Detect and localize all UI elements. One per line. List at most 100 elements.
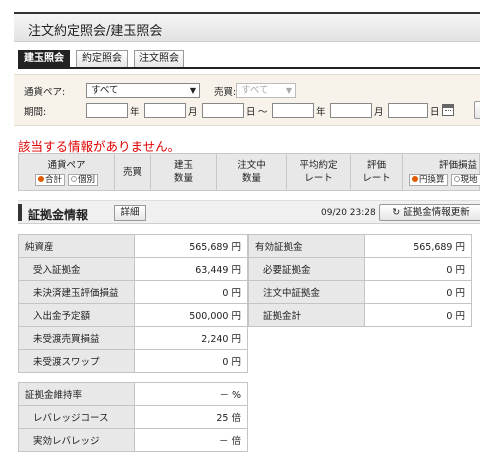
side-selected-value: すべて xyxy=(241,85,269,96)
start-month-input[interactable] xyxy=(144,103,186,118)
col-eval-pl: 評価損益 円換算 現地 xyxy=(403,154,480,190)
start-day-input[interactable] xyxy=(202,103,244,118)
col-ordering-qty: 注文中 数量 xyxy=(217,154,287,190)
col-eval-rate: 評価 レート xyxy=(351,154,403,190)
tab-order-inquiry[interactable]: 注文照会 xyxy=(134,50,184,68)
page-title: 注文約定照会/建玉照会 xyxy=(28,24,163,39)
tab-position-inquiry[interactable]: 建玉照会 xyxy=(18,50,70,68)
table-row: 入出金予定額 500,000 円 xyxy=(18,303,248,327)
start-year-unit: 年 xyxy=(130,107,140,118)
currency-pair-select[interactable]: すべて ▼ xyxy=(86,83,200,98)
table-row: 有効証拠金 565,689 円 xyxy=(248,234,472,258)
table-row: 純資産 565,689 円 xyxy=(18,234,248,258)
refresh-margin-label: 証拠金情報更新 xyxy=(403,207,470,218)
start-day-unit: 日 xyxy=(246,107,256,118)
radio-yen-label: 円換算 xyxy=(419,175,445,185)
table-row: 未受渡スワップ 0 円 xyxy=(18,349,248,373)
title-bar: 注文約定照会/建玉照会 xyxy=(14,12,480,42)
tab-execution-inquiry[interactable]: 約定照会 xyxy=(76,50,128,68)
table-row: 証拠金計 0 円 xyxy=(248,303,472,327)
net-assets-value: 565,689 円 xyxy=(134,234,248,258)
radio-unselected-icon xyxy=(71,176,78,182)
required-margin-value: 0 円 xyxy=(364,257,472,281)
radio-local[interactable]: 現地 xyxy=(450,174,480,186)
radio-yen[interactable]: 円換算 xyxy=(409,174,448,186)
search-button[interactable] xyxy=(474,101,480,119)
col-avg-rate: 平均約定 レート xyxy=(287,154,351,190)
col-avg-rate-label-2: レート xyxy=(304,173,333,184)
table-row: 証拠金維持率－ % xyxy=(18,382,248,406)
scheduled-transfer-label: 入出金予定額 xyxy=(18,303,135,327)
col-ordering-qty-label-2: 数量 xyxy=(241,173,261,184)
col-eval-rate-label: 評価 xyxy=(366,160,386,171)
refresh-margin-button[interactable]: ↻ 証拠金情報更新 xyxy=(379,204,480,221)
radio-selected-icon xyxy=(412,176,418,182)
side-select[interactable]: すべて ▼ xyxy=(236,83,296,98)
end-month-input[interactable] xyxy=(330,103,372,118)
end-year-input[interactable] xyxy=(272,103,314,118)
radio-total-label: 合計 xyxy=(44,175,62,185)
currency-pair-selected-value: すべて xyxy=(91,85,119,96)
unrealized-pl-label: 未決済建玉評価損益 xyxy=(18,280,135,304)
start-year-input[interactable] xyxy=(86,103,128,118)
margin-total-label: 証拠金計 xyxy=(248,303,365,327)
effective-leverage-label: 実効レバレッジ xyxy=(18,428,135,452)
table-row: 必要証拠金 0 円 xyxy=(248,257,472,281)
col-currency-pair: 通貨ペア 合計 個別 xyxy=(19,154,115,190)
radio-unselected-icon xyxy=(453,176,460,182)
order-margin-value: 0 円 xyxy=(364,280,472,304)
col-avg-rate-label: 平均約定 xyxy=(299,160,338,171)
col-position-qty-label-2: 数量 xyxy=(173,173,193,184)
end-day-unit: 日 xyxy=(430,107,440,118)
col-eval-rate-label-2: レート xyxy=(362,173,391,184)
unsettled-swap-value: 0 円 xyxy=(134,349,248,373)
positions-table-header: 通貨ペア 合計 個別 売買 建玉 数量 注文中 数量 平均約定 レート 評価 レ… xyxy=(18,153,480,191)
dropdown-arrow-icon: ▼ xyxy=(285,86,292,95)
end-day-input[interactable] xyxy=(388,103,428,118)
col-side-label: 売買 xyxy=(122,167,142,178)
effective-leverage-value: － 倍 xyxy=(134,428,248,452)
col-position-qty-label: 建玉 xyxy=(173,160,193,171)
radio-individual-label: 個別 xyxy=(78,175,96,185)
margin-total-value: 0 円 xyxy=(364,303,472,327)
currency-pair-label: 通貨ペア: xyxy=(24,87,66,98)
col-ordering-qty-label: 注文中 xyxy=(237,160,266,171)
margin-info-header: 証拠金情報 詳細 09/20 23:28 ↻ 証拠金情報更新 xyxy=(18,200,480,224)
unsettled-trade-pl-value: 2,240 円 xyxy=(134,326,248,350)
required-margin-label: 必要証拠金 xyxy=(248,257,365,281)
detail-button[interactable]: 詳細 xyxy=(114,205,146,221)
effective-margin-value: 565,689 円 xyxy=(364,234,472,258)
refresh-icon: ↻ xyxy=(392,207,401,218)
margin-timestamp: 09/20 23:28 xyxy=(321,208,376,218)
net-assets-label: 純資産 xyxy=(18,234,135,258)
range-tilde: ～ xyxy=(258,107,268,118)
start-month-unit: 月 xyxy=(188,107,198,118)
radio-local-label: 現地 xyxy=(460,175,478,185)
filter-panel: 通貨ペア: すべて ▼ 売買: すべて ▼ 期間: 年 月 日 ～ 年 月 日 xyxy=(14,74,480,126)
calendar-icon[interactable] xyxy=(442,104,454,116)
received-margin-label: 受入証拠金 xyxy=(18,257,135,281)
leverage-course-label: レバレッジコース xyxy=(18,405,135,429)
col-position-qty: 建玉 数量 xyxy=(151,154,217,190)
table-row: 未決済建玉評価損益 0 円 xyxy=(18,280,248,304)
side-label: 売買: xyxy=(214,87,237,98)
unrealized-pl-value: 0 円 xyxy=(134,280,248,304)
table-row: レバレッジコース 25 倍 xyxy=(18,405,248,429)
received-margin-value: 63,449 円 xyxy=(134,257,248,281)
margin-table-left: 純資産 565,689 円 受入証拠金 63,449 円 未決済建玉評価損益 0 円 … xyxy=(18,234,248,373)
unsettled-trade-pl-label: 未受渡売買損益 xyxy=(18,326,135,350)
end-year-unit: 年 xyxy=(316,107,326,118)
dropdown-arrow-icon: ▼ xyxy=(189,86,196,95)
table-row: 注文中証拠金 0 円 xyxy=(248,280,472,304)
scheduled-transfer-value: 500,000 円 xyxy=(134,303,248,327)
col-side: 売買 xyxy=(115,154,151,190)
radio-total[interactable]: 合計 xyxy=(34,174,65,186)
col-currency-pair-label: 通貨ペア xyxy=(47,160,86,171)
table-row: 未受渡売買損益 2,240 円 xyxy=(18,326,248,350)
radio-individual[interactable]: 個別 xyxy=(68,174,99,186)
effective-margin-label: 有効証拠金 xyxy=(248,234,365,258)
section-stripe xyxy=(18,204,22,221)
table-row: 実効レバレッジ－ 倍 xyxy=(18,428,248,452)
col-eval-pl-label: 評価損益 xyxy=(439,160,478,171)
leverage-course-value: 25 倍 xyxy=(134,405,248,429)
